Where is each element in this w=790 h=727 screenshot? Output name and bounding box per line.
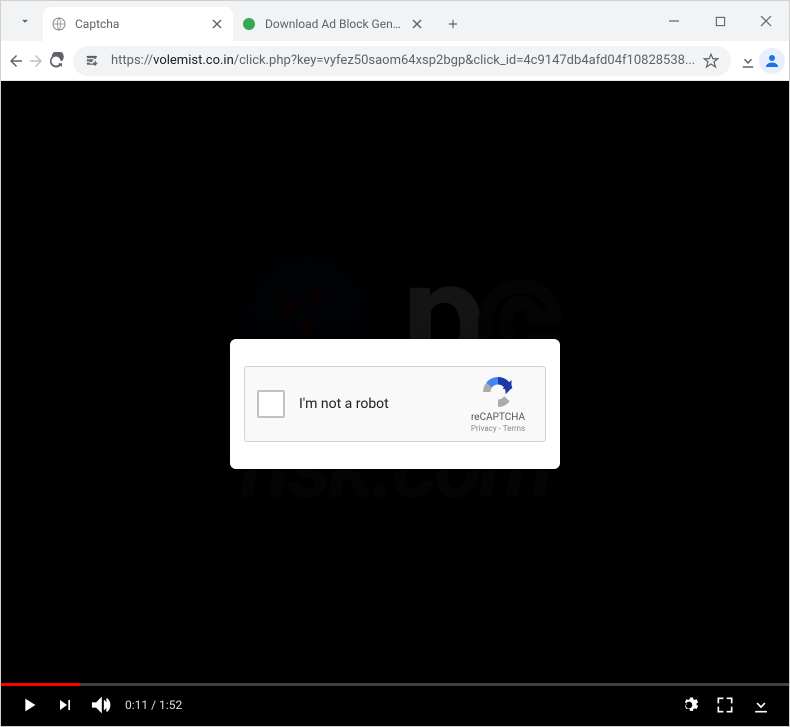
download-icon <box>739 52 757 70</box>
settings-button[interactable] <box>671 687 707 723</box>
new-tab-button[interactable] <box>439 10 467 38</box>
captcha-dialog: I'm not a robot reCAPTCHA Privacy - Term… <box>230 339 560 469</box>
recaptcha-widget: I'm not a robot reCAPTCHA Privacy - Term… <box>244 366 546 442</box>
volume-icon <box>90 694 112 716</box>
address-bar[interactable]: https://volemist.co.in/click.php?key=vyf… <box>73 46 731 76</box>
maximize-button[interactable] <box>697 1 743 41</box>
close-icon <box>412 19 422 29</box>
recaptcha-icon <box>480 374 516 410</box>
play-icon <box>18 694 40 716</box>
url-text: https://volemist.co.in/click.php?key=vyf… <box>111 53 695 68</box>
fullscreen-button[interactable] <box>707 687 743 723</box>
toolbar: https://volemist.co.in/click.php?key=vyf… <box>1 41 789 81</box>
arrow-right-icon <box>27 52 45 70</box>
reload-icon <box>47 52 65 70</box>
close-window-button[interactable] <box>743 1 789 41</box>
tab-adblock[interactable]: Download Ad Block Genius <box>233 7 433 41</box>
recaptcha-brand-text: reCAPTCHA <box>463 412 533 423</box>
recaptcha-checkbox[interactable] <box>257 390 285 418</box>
green-dot-icon <box>241 16 257 32</box>
tune-icon <box>85 53 101 69</box>
tab-strip: Captcha Download Ad Block Genius <box>1 1 789 41</box>
tab-title: Download Ad Block Genius <box>265 17 403 31</box>
tab-captcha[interactable]: Captcha <box>43 7 233 41</box>
terms-link[interactable]: Terms <box>503 424 525 433</box>
volume-button[interactable] <box>83 687 119 723</box>
download-video-button[interactable] <box>743 687 779 723</box>
tab-close-button[interactable] <box>409 16 425 32</box>
forward-button[interactable] <box>27 45 45 77</box>
reload-button[interactable] <box>47 45 65 77</box>
maximize-icon <box>715 16 726 27</box>
time-display: 0:11 / 1:52 <box>125 698 182 712</box>
minimize-button[interactable] <box>651 1 697 41</box>
globe-icon <box>51 16 67 32</box>
star-icon <box>702 52 720 70</box>
play-button[interactable] <box>11 687 47 723</box>
minimize-icon <box>668 15 680 27</box>
downloads-button[interactable] <box>739 45 757 77</box>
recaptcha-label: I'm not a robot <box>299 396 463 412</box>
avatar-icon <box>759 48 785 74</box>
tabs-container: Captcha Download Ad Block Genius <box>43 1 433 41</box>
bookmark-button[interactable] <box>701 51 721 71</box>
site-info-button[interactable] <box>83 51 103 71</box>
plus-icon <box>446 17 460 31</box>
tab-title: Captcha <box>75 17 203 31</box>
close-icon <box>212 19 222 29</box>
page-content: pc risk.com I'm not a robot <box>1 81 789 726</box>
download-icon <box>751 695 771 715</box>
back-button[interactable] <box>7 45 25 77</box>
recaptcha-branding: reCAPTCHA Privacy - Terms <box>463 374 533 433</box>
tab-search-button[interactable] <box>11 7 39 35</box>
skip-next-icon <box>55 695 75 715</box>
arrow-left-icon <box>7 52 25 70</box>
window-controls <box>651 1 789 41</box>
profile-button[interactable] <box>759 45 785 77</box>
browser-window: Captcha Download Ad Block Genius <box>0 0 790 727</box>
chevron-down-icon <box>18 14 32 28</box>
gear-icon <box>679 695 699 715</box>
close-icon <box>760 15 772 27</box>
video-controls: 0:11 / 1:52 <box>1 684 789 726</box>
recaptcha-links: Privacy - Terms <box>463 424 533 433</box>
tab-close-button[interactable] <box>209 16 225 32</box>
fullscreen-icon <box>715 695 735 715</box>
privacy-link[interactable]: Privacy <box>471 424 497 433</box>
next-button[interactable] <box>47 687 83 723</box>
